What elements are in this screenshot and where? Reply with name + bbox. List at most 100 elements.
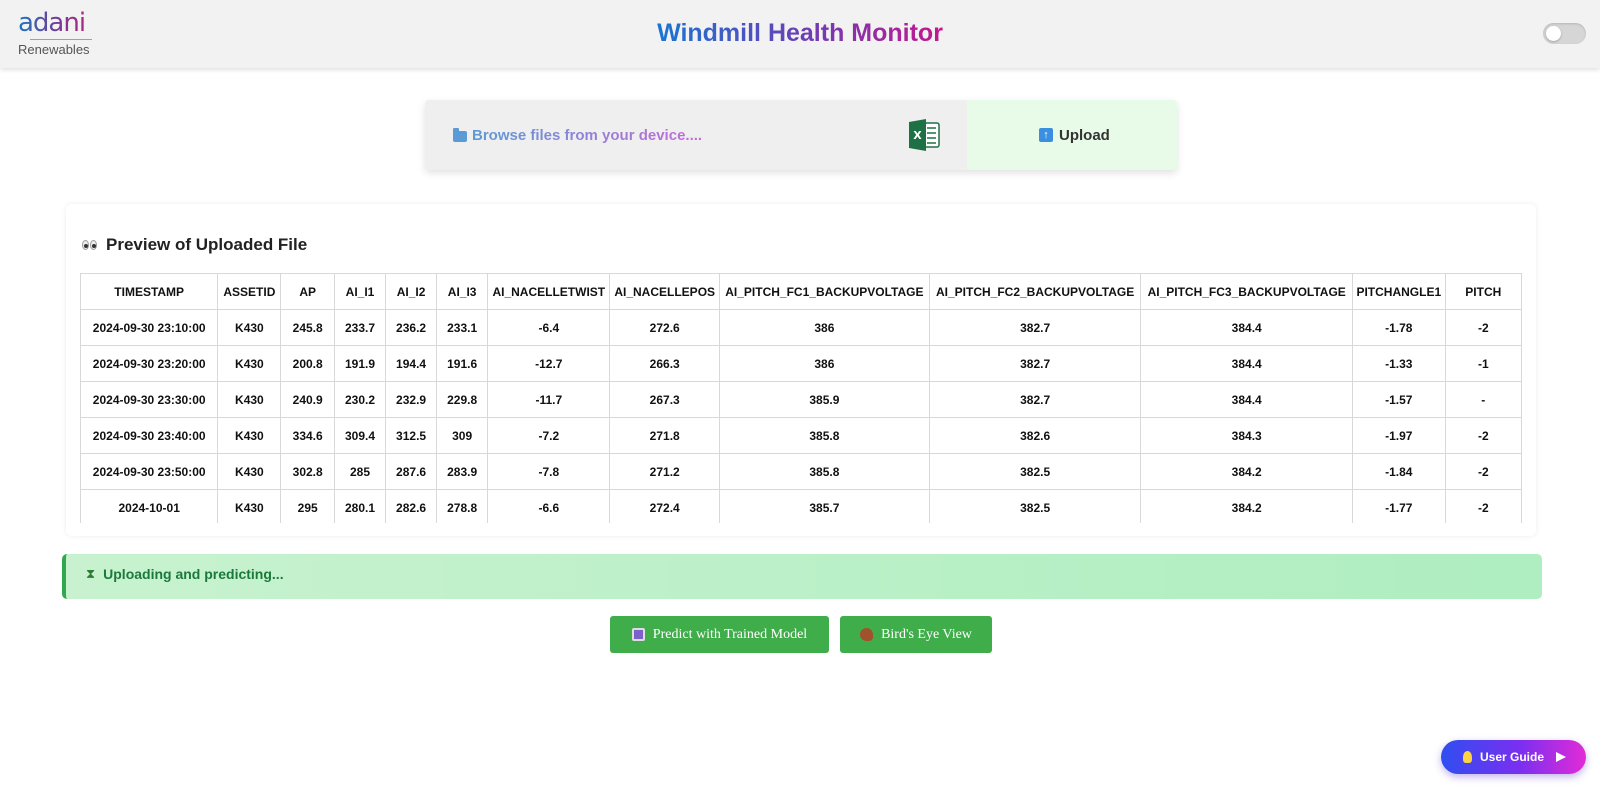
table-header-cell: AI_I1: [333, 273, 387, 310]
table-cell: -1.77: [1351, 489, 1446, 523]
table-cell: 283.9: [436, 453, 489, 490]
table-header-cell: AI_NACELLETWIST: [487, 273, 611, 310]
table-cell: 309: [436, 417, 489, 454]
table-cell: 384.2: [1140, 453, 1353, 490]
preview-card: Preview of Uploaded File TIMESTAMP ASSETI…: [66, 204, 1536, 536]
table-cell: 271.2: [609, 453, 720, 490]
table-cell: 384.4: [1140, 381, 1353, 418]
table-header-cell: AI_I2: [385, 273, 438, 310]
birds-eye-label: Bird's Eye View: [881, 626, 972, 642]
user-guide-label: User Guide: [1480, 750, 1545, 764]
table-cell: 386: [718, 309, 930, 346]
table-cell: 230.2: [333, 381, 387, 418]
table-cell: K430: [217, 381, 282, 418]
table-cell: 386: [718, 345, 930, 382]
table-cell: 278.8: [436, 489, 489, 523]
table-cell: 2024-09-30 23:40:00: [80, 417, 219, 454]
table-cell: K430: [217, 489, 282, 523]
table-header-cell: TIMESTAMP: [80, 273, 219, 310]
table-cell: 382.7: [928, 381, 1142, 418]
table-header-cell: ASSETID: [217, 273, 282, 310]
table-cell: -6.4: [487, 309, 611, 346]
preview-table: TIMESTAMP ASSETID AP AI_I1 AI_I2 AI_I3 AI_NACE…: [80, 273, 1522, 523]
table-cell: -11.7: [487, 381, 611, 418]
excel-icon: X: [909, 119, 940, 151]
table-cell: 382.5: [928, 453, 1142, 490]
table-header-cell: AI_PITCH_FC3_BACKUPVOLTAGE: [1140, 273, 1353, 310]
table-cell: -1: [1444, 345, 1522, 382]
table-cell: -2: [1444, 417, 1522, 454]
table-row: 2024-09-30 23:30:00 K430 240.9 230.2 232.9 22…: [80, 381, 1522, 418]
table-header-cell: AI_NACELLEPOS: [609, 273, 720, 310]
table-cell: 302.8: [280, 453, 335, 490]
table-header-cell: PITCH: [1444, 273, 1522, 310]
table-cell: 236.2: [385, 309, 438, 346]
table-header-cell: PITCHANGLE1: [1351, 273, 1446, 310]
table-cell: -2: [1444, 309, 1522, 346]
table-cell: 229.8: [436, 381, 489, 418]
user-guide-button[interactable]: User Guide: [1441, 740, 1586, 774]
table-cell: 233.7: [333, 309, 387, 346]
table-header-row: TIMESTAMP ASSETID AP AI_I1 AI_I2 AI_I3 AI_NACE…: [80, 273, 1522, 310]
table-header-cell: AI_I3: [436, 273, 489, 310]
page-title: Windmill Health Monitor: [657, 19, 943, 47]
browse-files-area[interactable]: Browse files from your device.... X: [425, 100, 967, 170]
table-cell: 312.5: [385, 417, 438, 454]
table-cell: 295: [280, 489, 335, 523]
lightbulb-icon: [1463, 751, 1472, 763]
send-icon: [1556, 752, 1567, 762]
table-cell: -1.57: [1351, 381, 1446, 418]
table-cell: 382.7: [928, 345, 1142, 382]
table-cell: K430: [217, 417, 282, 454]
table-cell: -1.84: [1351, 453, 1446, 490]
folder-icon: [453, 128, 467, 142]
predict-button[interactable]: Predict with Trained Model: [610, 616, 829, 653]
table-cell: 384.4: [1140, 309, 1353, 346]
table-row: 2024-09-30 23:20:00 K430 200.8 191.9 194.4 19…: [80, 345, 1522, 382]
table-cell: 385.8: [718, 417, 930, 454]
preview-heading: Preview of Uploaded File: [82, 234, 307, 256]
table-cell: -12.7: [487, 345, 611, 382]
table-header-cell: AP: [280, 273, 335, 310]
upload-bar: Browse files from your device.... X ↑ Up…: [425, 100, 1177, 170]
table-cell: 191.9: [333, 345, 387, 382]
table-cell: 194.4: [385, 345, 438, 382]
table-cell: 334.6: [280, 417, 335, 454]
table-cell: 309.4: [333, 417, 387, 454]
svg-text:X: X: [913, 129, 922, 142]
theme-toggle[interactable]: [1543, 23, 1586, 44]
table-cell: 280.1: [333, 489, 387, 523]
table-body: 2024-09-30 23:10:00 K430 245.8 233.7 236.2 23…: [80, 309, 1522, 523]
table-cell: 232.9: [385, 381, 438, 418]
table-cell: 245.8: [280, 309, 335, 346]
status-text: Uploading and predicting...: [103, 566, 284, 582]
eyes-icon: [82, 239, 98, 251]
birds-eye-view-button[interactable]: Bird's Eye View: [840, 616, 992, 653]
table-cell: 2024-09-30 23:10:00: [80, 309, 219, 346]
table-cell: 384.3: [1140, 417, 1353, 454]
table-cell: 191.6: [436, 345, 489, 382]
upload-label: Upload: [1059, 126, 1110, 144]
table-cell: 272.4: [609, 489, 720, 523]
upload-arrow-icon: ↑: [1039, 128, 1053, 142]
table-cell: 2024-09-30 23:50:00: [80, 453, 219, 490]
table-cell: 266.3: [609, 345, 720, 382]
table-cell: 240.9: [280, 381, 335, 418]
table-cell: 272.6: [609, 309, 720, 346]
browse-files-label: Browse files from your device....: [472, 127, 703, 144]
table-cell: -6.6: [487, 489, 611, 523]
table-cell: 384.2: [1140, 489, 1353, 523]
table-row: 2024-09-30 23:10:00 K430 245.8 233.7 236.2 23…: [80, 309, 1522, 346]
predict-label: Predict with Trained Model: [652, 626, 808, 642]
upload-button[interactable]: ↑ Upload: [967, 100, 1177, 170]
robot-icon: [631, 628, 645, 641]
table-cell: 200.8: [280, 345, 335, 382]
preview-table-scroll[interactable]: TIMESTAMP ASSETID AP AI_I1 AI_I2 AI_I3 AI_NACE…: [80, 273, 1522, 523]
table-row: 2024-10-01 K430 295 280.1 282.6 278.8 -6.6 272.…: [80, 489, 1522, 523]
app-header: adani Renewables Windmill Health Monitor: [0, 0, 1600, 68]
table-cell: -7.8: [487, 453, 611, 490]
table-cell: 233.1: [436, 309, 489, 346]
table-header-cell: AI_PITCH_FC1_BACKUPVOLTAGE: [718, 273, 930, 310]
table-cell: 285: [333, 453, 387, 490]
bird-icon: [860, 628, 874, 641]
